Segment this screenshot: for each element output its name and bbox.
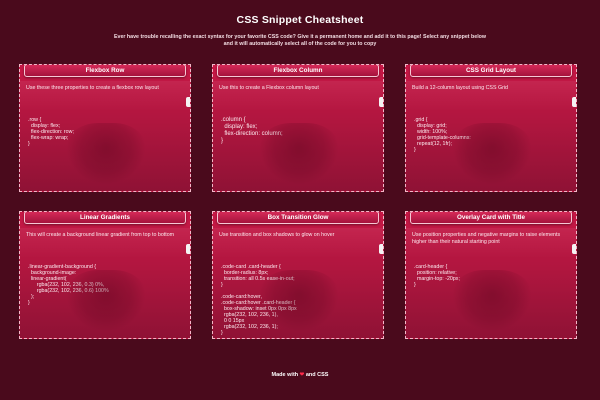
scroll-handle[interactable] [379,244,383,254]
snippet-card-css-grid-layout[interactable]: CSS Grid Layout Build a 12-column layout… [405,64,577,192]
footer-suffix: and CSS [305,372,329,378]
page-title: CSS Snippet Cheatsheet [236,14,364,26]
heart-icon: ❤ [299,372,305,378]
snippet-grid: Flexbox Row Use these three properties t… [19,64,587,364]
card-header: Box Transition Glow [217,212,379,224]
card-description: Use transition and box shadows to glow o… [219,232,335,238]
code-snippet[interactable]: .row { display: flex; flex-direction: ro… [28,117,184,147]
footer-prefix: Made with [271,372,299,378]
snippet-card-linear-gradients[interactable]: Linear Gradients This will create a back… [19,211,191,339]
scroll-handle[interactable] [572,97,576,107]
card-description: This will create a background linear gra… [26,232,175,238]
card-header: CSS Grid Layout [410,65,572,77]
scroll-handle[interactable] [379,97,383,107]
scroll-handle[interactable] [186,244,190,254]
code-snippet[interactable]: .column { display: flex; flex-direction:… [221,117,377,145]
code-snippet[interactable]: .grid { display: grid; width: 100%; grid… [414,117,570,153]
scroll-handle[interactable] [572,244,576,254]
code-snippet[interactable]: .linear-gradient-background { background… [28,264,184,306]
card-header: Overlay Card with Title [410,212,572,224]
card-header: Flexbox Column [217,65,379,77]
snippet-card-flexbox-row[interactable]: Flexbox Row Use these three properties t… [19,64,191,192]
card-description: Use this to create a Flexbox column layo… [219,85,319,91]
card-header: Linear Gradients [24,212,186,224]
card-description: Build a 12-column layout using CSS Grid [412,85,508,91]
code-snippet[interactable]: .card-header { position: relative; margi… [414,264,570,288]
card-header: Flexbox Row [24,65,186,77]
snippet-card-flexbox-column[interactable]: Flexbox Column Use this to create a Flex… [212,64,384,192]
scroll-handle[interactable] [186,97,190,107]
code-snippet[interactable]: .code-card .card-header { border-radius:… [221,264,377,336]
page-footer: Made with ❤ and CSS [0,372,600,378]
card-description: Use position properties and negative mar… [412,232,561,245]
snippet-card-box-transition-glow[interactable]: Box Transition Glow Use transition and b… [212,211,384,339]
page-intro: Ever have trouble recalling the exact sy… [113,34,487,47]
card-description: Use these three properties to create a f… [26,85,159,91]
snippet-card-overlay-card-with-title[interactable]: Overlay Card with Title Use position pro… [405,211,577,339]
